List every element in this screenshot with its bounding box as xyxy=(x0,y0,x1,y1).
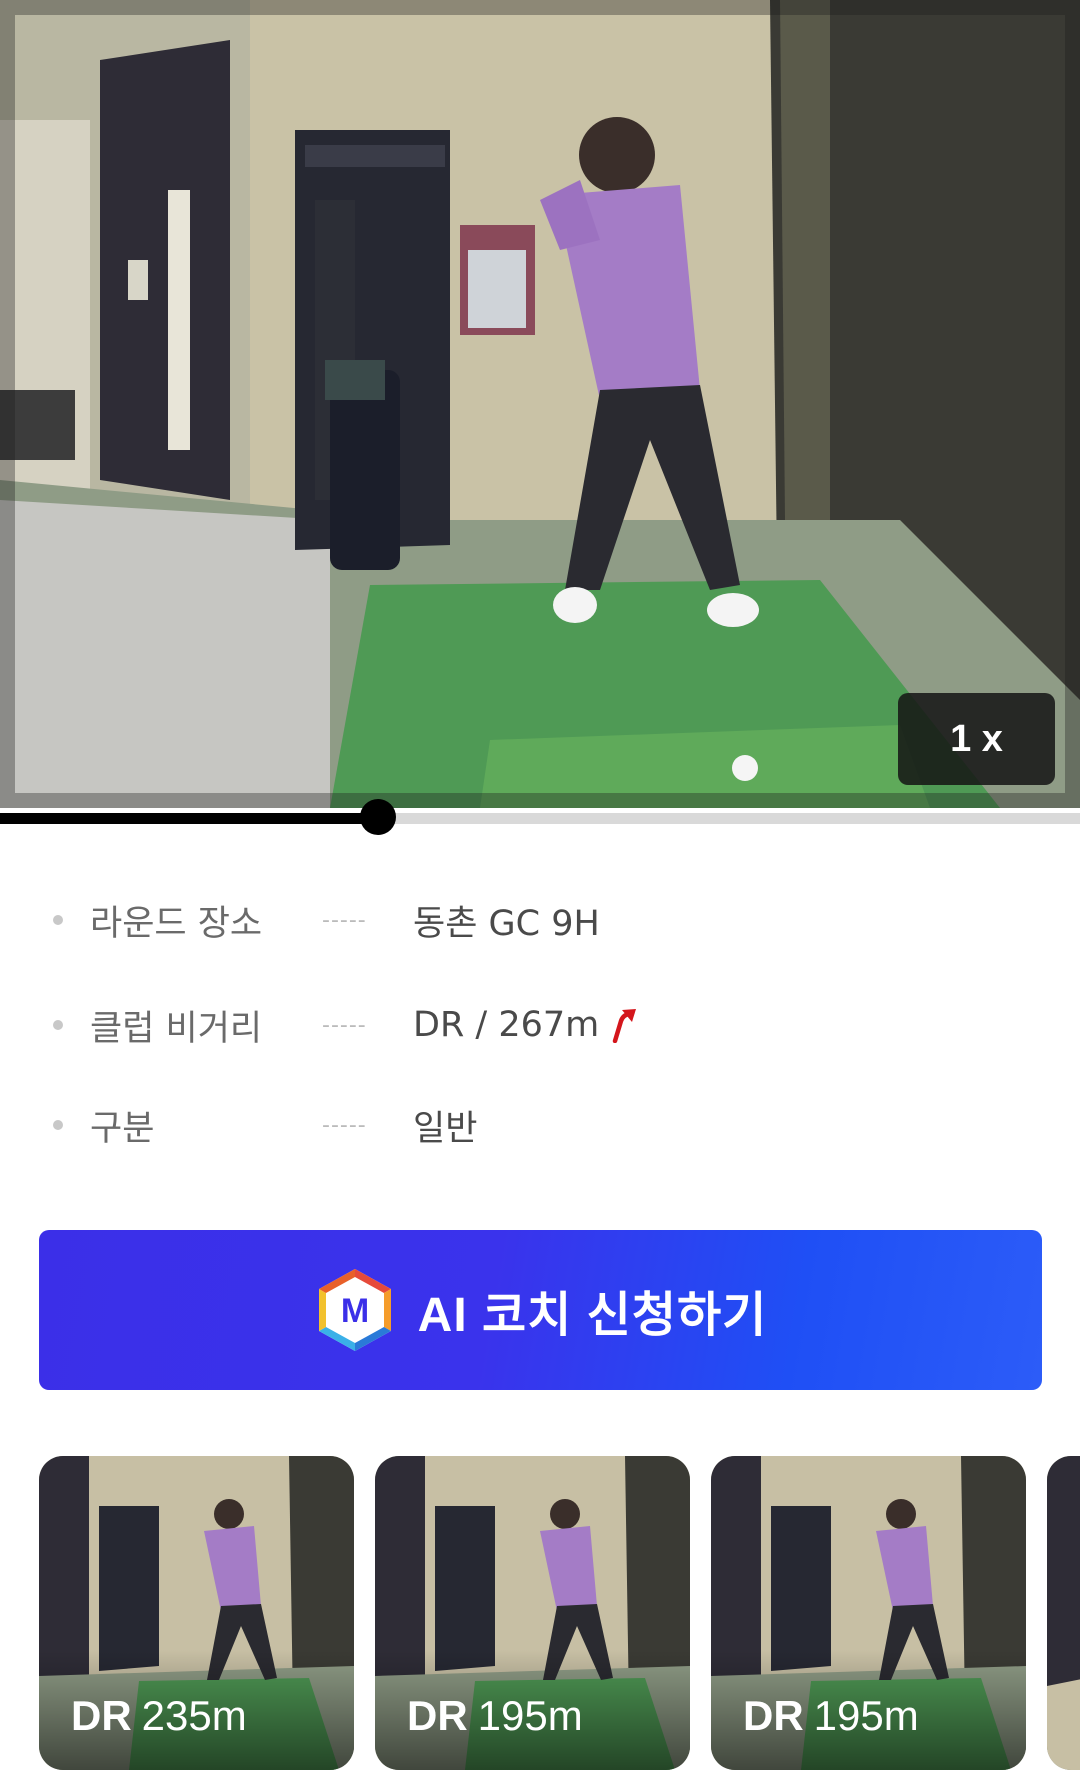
bullet-icon xyxy=(53,1120,63,1130)
up-right-arrow-icon xyxy=(612,1009,637,1043)
thumbnail-club: DR xyxy=(71,1692,132,1739)
info-separator: ----- xyxy=(322,1012,367,1038)
thumbnail-distance: 235m xyxy=(141,1692,247,1739)
swing-video-frame xyxy=(0,0,1080,808)
thumbnail-club: DR xyxy=(407,1692,468,1739)
info-row-club-distance: 클럽 비거리 ----- DR / 267m xyxy=(0,995,1080,1055)
info-label: 구분 xyxy=(90,1108,155,1149)
swing-thumbnail-image xyxy=(1047,1456,1080,1770)
thumbnail-caption: DR 235m xyxy=(71,1692,247,1740)
info-label: 클럽 비거리 xyxy=(90,1008,263,1049)
thumbnail-club: DR xyxy=(743,1692,804,1739)
info-value: 일반 xyxy=(413,1108,478,1149)
swing-thumbnail-card[interactable]: DR 195m xyxy=(711,1456,1026,1770)
swing-thumbnail-card[interactable] xyxy=(1047,1456,1080,1770)
info-separator: ----- xyxy=(322,1112,367,1138)
info-row-category: 구분 ----- 일반 xyxy=(0,1095,1080,1155)
ai-coach-logo-icon: M xyxy=(318,1269,391,1351)
info-row-round-location: 라운드 장소 ----- 동촌 GC 9H xyxy=(0,890,1080,950)
swing-thumbnail-card[interactable]: DR 195m xyxy=(375,1456,690,1770)
info-separator: ----- xyxy=(322,907,367,933)
playback-speed-button[interactable]: 1 x xyxy=(898,693,1055,785)
progress-scrubber-handle[interactable] xyxy=(360,799,396,835)
bullet-icon xyxy=(53,915,63,925)
progress-fill xyxy=(0,813,378,824)
video-progress-bar[interactable] xyxy=(0,799,1080,835)
ai-coach-button-label: AI 코치 신청하기 xyxy=(417,1289,768,1342)
thumbnail-distance: 195m xyxy=(813,1692,919,1739)
ai-coach-apply-button[interactable]: M AI 코치 신청하기 xyxy=(39,1230,1042,1390)
bullet-icon xyxy=(53,1020,63,1030)
swing-video-player[interactable]: 1 x xyxy=(0,0,1080,808)
svg-text:M: M xyxy=(341,1292,369,1330)
thumbnail-caption: DR 195m xyxy=(407,1692,583,1740)
info-value: 동촌 GC 9H xyxy=(413,903,600,944)
info-value: DR / 267m xyxy=(413,1005,639,1045)
thumbnail-caption: DR 195m xyxy=(743,1692,919,1740)
swing-thumbnail-card[interactable]: DR 235m xyxy=(39,1456,354,1770)
info-label: 라운드 장소 xyxy=(90,903,263,944)
thumbnail-distance: 195m xyxy=(477,1692,583,1739)
swing-thumbnail-carousel[interactable]: DR 235m DR 195m DR 195m xyxy=(0,1456,1080,1770)
